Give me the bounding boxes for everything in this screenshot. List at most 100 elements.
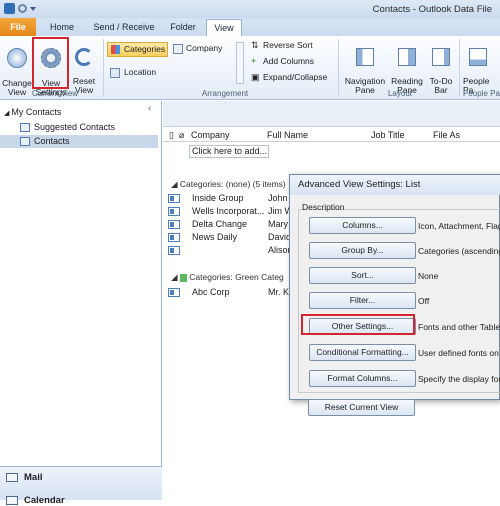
contact-card-icon bbox=[168, 194, 180, 203]
nav-item-contacts[interactable]: Contacts bbox=[0, 135, 158, 148]
group-header-none[interactable]: ◢ Categories: (none) (5 items) bbox=[171, 179, 286, 190]
company-button[interactable]: Company bbox=[172, 44, 232, 54]
categories-label: Categories bbox=[124, 44, 166, 54]
contact-card-icon bbox=[168, 288, 180, 297]
group-label: Categories: (none) (5 items) bbox=[179, 179, 286, 189]
filter-button[interactable]: Filter... bbox=[309, 292, 416, 309]
sort-button[interactable]: Sort... bbox=[309, 267, 416, 284]
conditional-formatting-value: User defined fonts on e bbox=[418, 348, 500, 358]
ribbon-separator bbox=[338, 39, 339, 97]
cell-company: News Daily bbox=[192, 232, 238, 242]
collapse-pane-icon[interactable]: ‹ bbox=[148, 103, 151, 114]
reverse-sort-button[interactable]: ⇅ Reverse Sort bbox=[250, 41, 340, 50]
table-row[interactable]: Abc Corp Mr. Ka bbox=[163, 286, 303, 298]
undo-icon[interactable] bbox=[18, 4, 27, 13]
people-pane-button[interactable]: People Pa bbox=[463, 39, 500, 95]
expand-collapse-label: Expand/Collapse bbox=[263, 72, 328, 82]
todo-bar-icon bbox=[432, 48, 450, 66]
title-bar: Contacts - Outlook Data File bbox=[0, 0, 500, 18]
column-file-as[interactable]: File As bbox=[433, 130, 460, 140]
reset-view-button[interactable]: Reset View bbox=[70, 39, 98, 95]
column-company[interactable]: Company bbox=[191, 130, 230, 140]
sort-value: None bbox=[418, 271, 439, 281]
conditional-formatting-button[interactable]: Conditional Formatting... bbox=[309, 344, 416, 361]
tab-home[interactable]: Home bbox=[43, 19, 81, 36]
table-row[interactable]: Wells Incorporat... Jim W bbox=[163, 205, 303, 217]
group-header-green[interactable]: ◢ Categories: Green Categ bbox=[171, 272, 284, 283]
bottom-navigation: Mail Calendar bbox=[0, 466, 162, 506]
columns-value: Icon, Attachment, Flag bbox=[418, 221, 500, 231]
table-row[interactable]: Inside Group John bbox=[163, 192, 303, 204]
reset-current-view-button[interactable]: Reset Current View bbox=[308, 399, 415, 416]
new-contact-input[interactable]: Click here to add... bbox=[189, 145, 269, 158]
group-label: Categories: Green Categ bbox=[189, 272, 284, 282]
reverse-sort-label: Reverse Sort bbox=[263, 40, 313, 50]
ribbon: Change View View Settings Reset View Cur… bbox=[0, 36, 500, 100]
group-label-people: People Pa bbox=[463, 89, 500, 98]
people-pane-icon bbox=[469, 48, 487, 66]
other-settings-value: Fonts and other Table bbox=[418, 322, 500, 332]
table-row[interactable]: Alison bbox=[163, 244, 303, 256]
group-label-layout: Layout bbox=[387, 89, 413, 98]
location-icon bbox=[110, 68, 120, 78]
tab-folder[interactable]: Folder bbox=[162, 19, 204, 36]
nav-item-label: Contacts bbox=[34, 136, 70, 146]
format-columns-value: Specify the display form bbox=[418, 374, 500, 384]
highlight-box bbox=[301, 314, 415, 335]
nav-button-mail[interactable]: Mail bbox=[6, 472, 42, 483]
columns-button[interactable]: Columns... bbox=[309, 217, 416, 234]
attachment-icon[interactable]: ⌀ bbox=[179, 130, 184, 141]
add-columns-label: Add Columns bbox=[263, 56, 315, 66]
filter-value: Off bbox=[418, 296, 430, 306]
reset-icon bbox=[75, 48, 93, 66]
nav-item-suggested-contacts[interactable]: Suggested Contacts bbox=[0, 121, 158, 134]
expand-collapse-button[interactable]: ▣ Expand/Collapse bbox=[250, 73, 340, 82]
categories-button[interactable]: Categories bbox=[107, 42, 168, 57]
search-bar bbox=[163, 101, 500, 127]
table-row[interactable]: News Daily David bbox=[163, 231, 303, 243]
reading-pane-icon bbox=[398, 48, 416, 66]
calendar-label: Calendar bbox=[24, 495, 65, 506]
tab-send-receive[interactable]: Send / Receive bbox=[86, 19, 162, 36]
change-view-icon bbox=[7, 48, 27, 68]
tab-file[interactable]: File bbox=[0, 18, 36, 36]
navigation-pane: ‹ ◢ My Contacts Suggested Contacts Conta… bbox=[0, 101, 162, 500]
group-label-current-view: Current View bbox=[31, 89, 79, 98]
doc-icon[interactable]: ▯ bbox=[169, 130, 174, 141]
ribbon-tabs: File Home Send / Receive Folder View bbox=[0, 18, 500, 36]
cell-name: John bbox=[268, 193, 288, 203]
company-icon bbox=[173, 44, 183, 54]
ribbon-separator bbox=[459, 39, 460, 97]
group-by-button[interactable]: Group By... bbox=[309, 242, 416, 259]
cell-company: Delta Change bbox=[192, 219, 248, 229]
contacts-folder-icon bbox=[20, 123, 30, 132]
my-contacts-heading[interactable]: ◢ My Contacts bbox=[4, 107, 61, 117]
chevron-down-icon[interactable] bbox=[30, 7, 36, 11]
column-header: ▯ ⌀ Company Full Name Job Title File As bbox=[163, 128, 500, 142]
location-button[interactable]: Location bbox=[109, 68, 169, 78]
nav-button-calendar[interactable]: Calendar bbox=[6, 495, 65, 506]
navigation-pane-button[interactable]: Navigation Pane bbox=[342, 39, 388, 95]
contacts-folder-icon bbox=[20, 137, 30, 146]
group-by-value: Categories (ascending) bbox=[418, 246, 500, 256]
window-title: Contacts - Outlook Data File bbox=[372, 4, 492, 15]
mail-icon bbox=[6, 472, 18, 482]
cell-name: David bbox=[268, 232, 292, 242]
format-columns-button[interactable]: Format Columns... bbox=[309, 370, 416, 387]
column-job-title[interactable]: Job Title bbox=[371, 130, 405, 140]
cell-company: Abc Corp bbox=[192, 287, 230, 297]
reading-pane-button[interactable]: Reading Pane bbox=[390, 39, 424, 95]
tab-view[interactable]: View bbox=[206, 19, 242, 36]
add-columns-button[interactable]: + Add Columns bbox=[250, 57, 340, 66]
nav-item-label: Suggested Contacts bbox=[34, 122, 116, 132]
cell-company: Inside Group bbox=[192, 193, 244, 203]
arrangement-scroll[interactable] bbox=[236, 42, 244, 84]
advanced-view-settings-dialog: Advanced View Settings: List Description… bbox=[289, 174, 500, 400]
todo-bar-button[interactable]: To-Do Bar bbox=[426, 39, 456, 95]
table-row[interactable]: Delta Change Mary bbox=[163, 218, 303, 230]
outlook-icon[interactable] bbox=[4, 3, 15, 14]
description-label: Description bbox=[302, 202, 345, 212]
calendar-icon bbox=[6, 495, 18, 505]
cell-company: Wells Incorporat... bbox=[192, 206, 265, 216]
column-full-name[interactable]: Full Name bbox=[267, 130, 308, 140]
